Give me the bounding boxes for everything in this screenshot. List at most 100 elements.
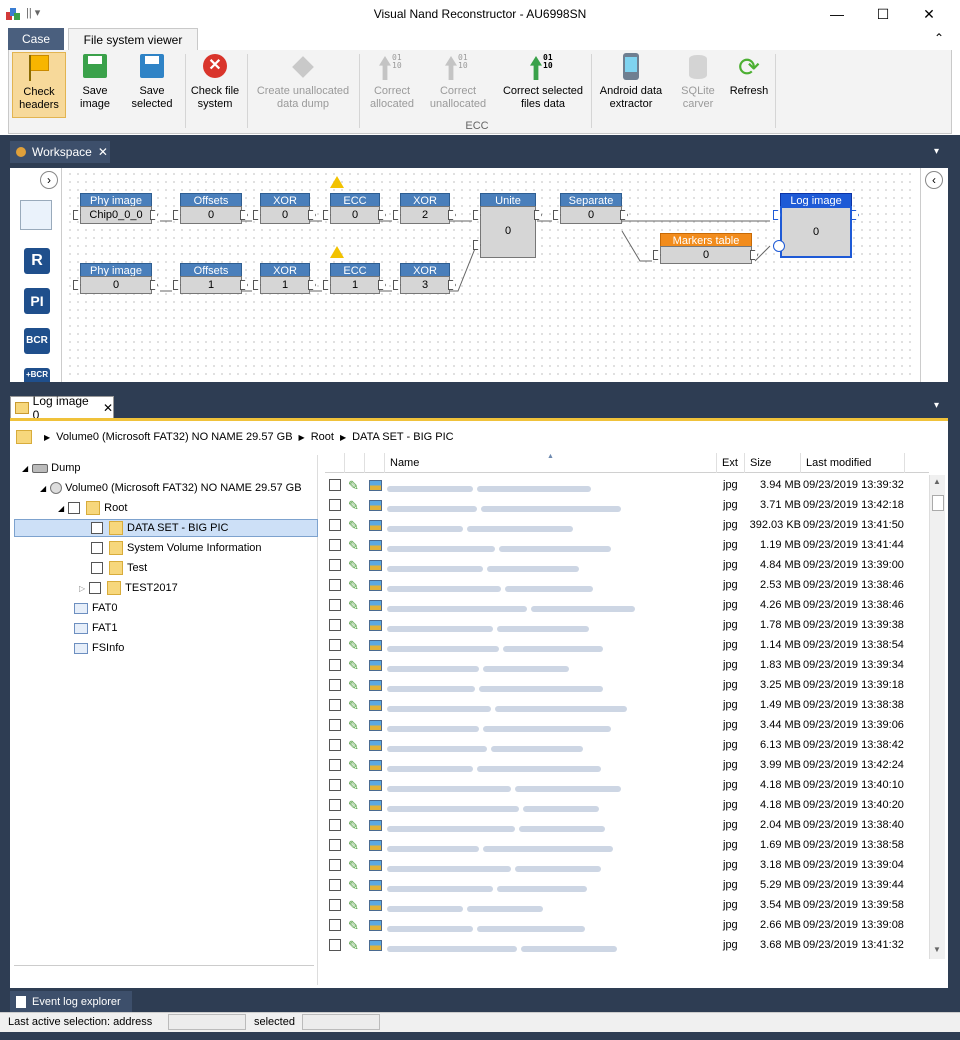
table-row[interactable]: ✎ jpg 392.03 KB 09/23/2019 13:41:50 xyxy=(325,516,929,536)
output-pin[interactable] xyxy=(750,250,758,260)
tree-item-dump[interactable]: ◢ Dump xyxy=(22,459,81,477)
minimize-button[interactable]: — xyxy=(814,0,860,28)
table-row[interactable]: ✎ jpg 3.25 MB 09/23/2019 13:39:18 xyxy=(325,676,929,696)
tree-item-root[interactable]: ◢ Root xyxy=(58,499,127,517)
tree-checkbox[interactable] xyxy=(89,582,102,594)
tree-checkbox[interactable] xyxy=(91,542,103,554)
table-row[interactable]: ✎ jpg 4.26 MB 09/23/2019 13:38:46 xyxy=(325,596,929,616)
table-row[interactable]: ✎ jpg 1.78 MB 09/23/2019 13:39:38 xyxy=(325,616,929,636)
scroll-down-icon[interactable]: ▼ xyxy=(933,945,941,954)
modified-column-header[interactable]: Last modified xyxy=(801,453,905,473)
output-pin[interactable] xyxy=(150,210,158,220)
row-checkbox[interactable] xyxy=(329,639,341,651)
status-column-header[interactable] xyxy=(345,453,365,473)
log-image-close-icon[interactable]: ✕ xyxy=(103,401,113,415)
table-row[interactable]: ✎ jpg 4.84 MB 09/23/2019 13:39:00 xyxy=(325,556,929,576)
block-unite[interactable]: Unite 0 xyxy=(472,193,542,259)
tree-item-fsinfo[interactable]: FSInfo xyxy=(74,639,124,657)
event-log-tab[interactable]: Event log explorer xyxy=(10,991,132,1013)
block-xor-2[interactable]: XOR 2 xyxy=(392,193,456,227)
row-checkbox[interactable] xyxy=(329,699,341,711)
row-checkbox[interactable] xyxy=(329,499,341,511)
table-row[interactable]: ✎ jpg 2.66 MB 09/23/2019 13:39:08 xyxy=(325,916,929,936)
table-row[interactable]: ✎ jpg 3.54 MB 09/23/2019 13:39:58 xyxy=(325,896,929,916)
row-checkbox[interactable] xyxy=(329,519,341,531)
tree-item-data-set[interactable]: DATA SET - BIG PIC xyxy=(14,519,318,537)
row-checkbox[interactable] xyxy=(329,679,341,691)
table-row[interactable]: ✎ jpg 1.49 MB 09/23/2019 13:38:38 xyxy=(325,696,929,716)
row-checkbox[interactable] xyxy=(329,779,341,791)
table-row[interactable]: ✎ jpg 3.94 MB 09/23/2019 13:39:32 xyxy=(325,476,929,496)
table-row[interactable]: ✎ jpg 4.18 MB 09/23/2019 13:40:20 xyxy=(325,796,929,816)
row-checkbox[interactable] xyxy=(329,899,341,911)
expand-icon[interactable]: ▷ xyxy=(79,584,85,593)
row-checkbox[interactable] xyxy=(329,659,341,671)
block-separate[interactable]: Separate 0 xyxy=(552,193,628,227)
log-panel-menu-icon[interactable]: ▾ xyxy=(934,400,939,411)
row-checkbox[interactable] xyxy=(329,579,341,591)
table-row[interactable]: ✎ jpg 3.44 MB 09/23/2019 13:39:06 xyxy=(325,716,929,736)
row-checkbox[interactable] xyxy=(329,919,341,931)
sqlite-carver-button[interactable]: SQLite carver xyxy=(673,52,723,118)
scroll-up-icon[interactable]: ▲ xyxy=(933,477,941,486)
row-checkbox[interactable] xyxy=(329,839,341,851)
block-phy-image-1[interactable]: Phy image 0 xyxy=(72,263,160,297)
tab-file-system-viewer[interactable]: File system viewer xyxy=(68,28,198,50)
tree-checkbox[interactable] xyxy=(91,522,103,534)
table-row[interactable]: ✎ jpg 3.99 MB 09/23/2019 13:42:24 xyxy=(325,756,929,776)
size-column-header[interactable]: Size xyxy=(745,453,801,473)
refresh-button[interactable]: ⟳ Refresh xyxy=(725,52,773,118)
correct-selected-button[interactable]: 01 10 Correct selected files data xyxy=(495,52,591,118)
panel-scroll-icon[interactable]: ‹ xyxy=(925,171,943,189)
breadcrumb-root[interactable]: Root xyxy=(311,431,334,443)
ext-column-header[interactable]: Ext xyxy=(717,453,745,473)
row-checkbox[interactable] xyxy=(329,939,341,951)
row-checkbox[interactable] xyxy=(329,799,341,811)
breadcrumb-current[interactable]: DATA SET - BIG PIC xyxy=(352,431,453,443)
tree-checkbox[interactable] xyxy=(68,502,81,514)
row-checkbox[interactable] xyxy=(329,619,341,631)
table-row[interactable]: ✎ jpg 5.29 MB 09/23/2019 13:39:44 xyxy=(325,876,929,896)
tree-checkbox[interactable] xyxy=(91,562,103,574)
table-row[interactable]: ✎ jpg 3.18 MB 09/23/2019 13:39:04 xyxy=(325,856,929,876)
create-unallocated-dump-button[interactable]: Create unallocated data dump xyxy=(251,52,355,118)
row-checkbox[interactable] xyxy=(329,479,341,491)
correct-unallocated-button[interactable]: 01 10 Correct unallocated xyxy=(425,52,491,118)
block-log-image[interactable]: Log image 0 xyxy=(772,193,859,259)
workspace-canvas[interactable]: › R PI BCR +BCR ‹ Phy image Chip0_0_0 Of… xyxy=(10,168,948,382)
close-button[interactable]: ✕ xyxy=(906,0,952,28)
block-xor-1[interactable]: XOR 1 xyxy=(252,263,316,297)
row-checkbox[interactable] xyxy=(329,739,341,751)
check-headers-button[interactable]: Check headers xyxy=(12,52,66,118)
row-checkbox[interactable] xyxy=(329,819,341,831)
workspace-close-icon[interactable]: ✕ xyxy=(98,145,108,159)
save-image-button[interactable]: Save image xyxy=(69,52,121,118)
scroll-thumb[interactable] xyxy=(932,495,944,511)
table-row[interactable]: ✎ jpg 1.14 MB 09/23/2019 13:38:54 xyxy=(325,636,929,656)
table-row[interactable]: ✎ jpg 1.19 MB 09/23/2019 13:41:44 xyxy=(325,536,929,556)
row-checkbox[interactable] xyxy=(329,759,341,771)
breadcrumb-volume[interactable]: Volume0 (Microsoft FAT32) NO NAME 29.57 … xyxy=(56,431,292,443)
save-selected-button[interactable]: Save selected xyxy=(123,52,181,118)
table-row[interactable]: ✎ jpg 3.68 MB 09/23/2019 13:41:32 xyxy=(325,936,929,956)
table-row[interactable]: ✎ jpg 1.69 MB 09/23/2019 13:38:58 xyxy=(325,836,929,856)
workspace-menu-icon[interactable]: ▾ xyxy=(934,146,939,157)
maximize-button[interactable]: ☐ xyxy=(860,0,906,28)
tree-item-system-volume[interactable]: System Volume Information xyxy=(91,539,262,557)
check-file-system-button[interactable]: ✕ Check file system xyxy=(187,52,243,118)
marker-input-pin[interactable] xyxy=(773,240,785,252)
table-row[interactable]: ✎ jpg 2.04 MB 09/23/2019 13:38:40 xyxy=(325,816,929,836)
block-ecc-1[interactable]: ECC 1 xyxy=(322,263,386,297)
row-checkbox[interactable] xyxy=(329,599,341,611)
block-offsets-1[interactable]: Offsets 1 xyxy=(172,263,248,297)
block-ecc-0[interactable]: ECC 0 xyxy=(322,193,386,227)
block-markers-table[interactable]: Markers table 0 xyxy=(652,233,762,267)
correct-allocated-button[interactable]: 01 10 Correct allocated xyxy=(363,52,421,118)
vertical-scrollbar[interactable]: ▲ ▼ xyxy=(929,475,945,959)
row-checkbox[interactable] xyxy=(329,719,341,731)
table-row[interactable]: ✎ jpg 4.18 MB 09/23/2019 13:40:10 xyxy=(325,776,929,796)
row-checkbox[interactable] xyxy=(329,859,341,871)
table-row[interactable]: ✎ jpg 3.71 MB 09/23/2019 13:42:18 xyxy=(325,496,929,516)
block-xor-0[interactable]: XOR 0 xyxy=(252,193,316,227)
ribbon-collapse-icon[interactable]: ⌃ xyxy=(934,31,944,45)
